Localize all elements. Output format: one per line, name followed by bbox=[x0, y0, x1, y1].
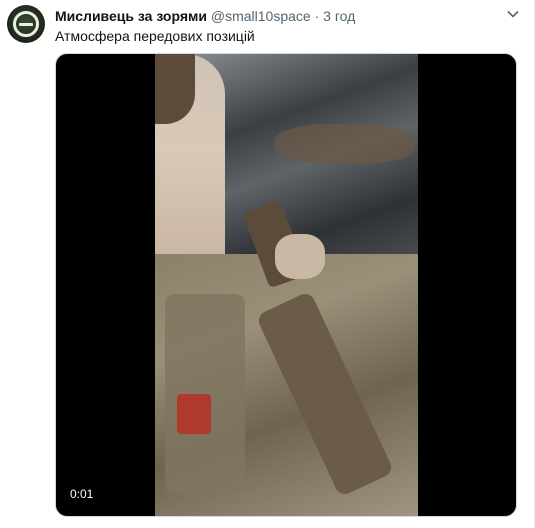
video-timecode: 0:01 bbox=[66, 486, 98, 502]
display-name[interactable]: Мисливець за зорями bbox=[55, 8, 207, 24]
tweet-header: Мисливець за зорями @small10space · 3 го… bbox=[55, 7, 355, 25]
chevron-down-icon[interactable] bbox=[504, 7, 522, 25]
video-frame[interactable] bbox=[155, 54, 418, 516]
tweet-text: Атмосфера передових позицій bbox=[55, 28, 255, 44]
separator-dot: · bbox=[314, 8, 320, 24]
tweet-card[interactable]: Мисливець за зорями @small10space · 3 го… bbox=[0, 0, 535, 528]
theta-logo-icon bbox=[13, 11, 39, 37]
avatar[interactable] bbox=[7, 5, 45, 43]
video-player[interactable]: 0:01 bbox=[55, 53, 517, 517]
user-handle[interactable]: @small10space bbox=[211, 8, 311, 24]
timestamp[interactable]: 3 год bbox=[323, 8, 355, 24]
